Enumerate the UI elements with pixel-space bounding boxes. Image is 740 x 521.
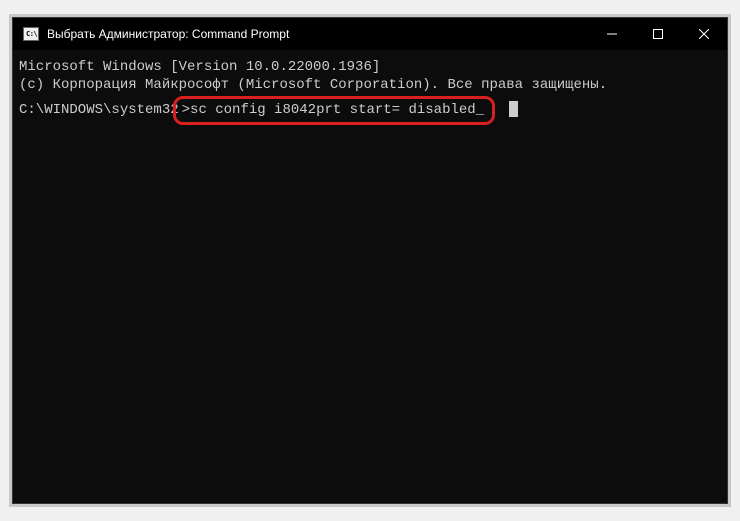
text-cursor: _ <box>476 102 484 118</box>
cmd-icon: C:\ <box>23 27 39 41</box>
close-icon <box>699 29 709 39</box>
command-highlight: >sc config i8042prt start= disabled_ <box>173 96 495 124</box>
close-button[interactable] <box>681 18 727 50</box>
command-prompt-window: C:\ Выбрать Администратор: Command Promp… <box>12 17 728 504</box>
maximize-icon <box>653 29 663 39</box>
copyright-line: (c) Корпорация Майкрософт (Microsoft Cor… <box>19 76 721 94</box>
titlebar[interactable]: C:\ Выбрать Администратор: Command Promp… <box>13 18 727 50</box>
prompt-line: C:\WINDOWS\system32 >sc config i8042prt … <box>19 96 721 124</box>
window-title: Выбрать Администратор: Command Prompt <box>47 27 589 41</box>
prompt-path: C:\WINDOWS\system32 <box>19 101 179 119</box>
version-line: Microsoft Windows [Version 10.0.22000.19… <box>19 58 721 76</box>
terminal-content: Microsoft Windows [Version 10.0.22000.19… <box>19 58 721 125</box>
cmd-icon-text: C:\ <box>26 30 37 38</box>
command-text: sc config i8042prt start= disabled <box>190 102 476 118</box>
block-cursor <box>509 101 518 117</box>
terminal-area[interactable]: Microsoft Windows [Version 10.0.22000.19… <box>13 50 727 503</box>
minimize-icon <box>607 29 617 39</box>
minimize-button[interactable] <box>589 18 635 50</box>
prompt-char: > <box>182 102 190 118</box>
maximize-button[interactable] <box>635 18 681 50</box>
window-controls <box>589 18 727 50</box>
